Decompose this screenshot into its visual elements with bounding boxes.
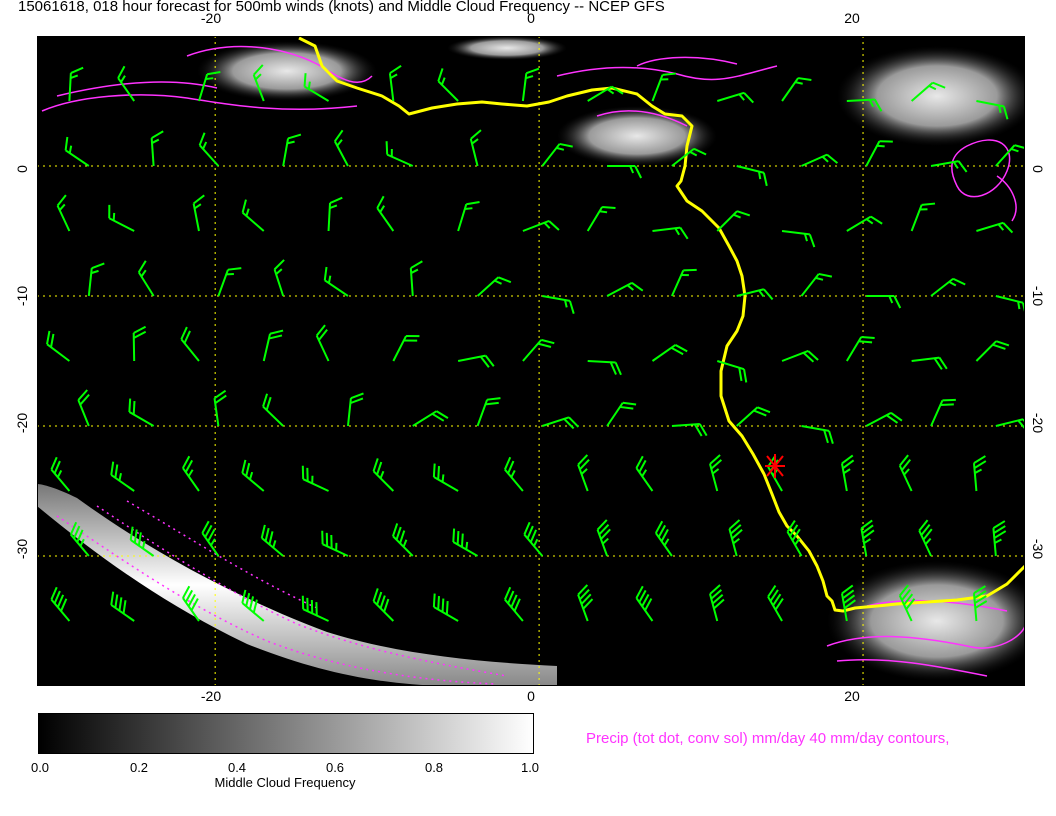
precip-legend: Precip (tot dot, conv sol) mm/day 40 mm/… — [586, 730, 950, 747]
lat-tick-left-4: -30 — [14, 538, 30, 560]
colorbar-tick-0: 0.0 — [30, 760, 50, 775]
map-title: 15061618, 018 hour forecast for 500mb wi… — [18, 0, 665, 15]
colorbar-label: Middle Cloud Frequency — [214, 775, 356, 790]
colorbar-tick-5: 1.0 — [520, 760, 540, 775]
cloud-patch-north-central — [557, 106, 717, 166]
colorbar-tick-3: 0.6 — [325, 760, 345, 775]
lat-tick-right-4: -30 — [1030, 538, 1046, 560]
cloud-patch-north-west — [197, 41, 377, 101]
lon-tick-bottom-2: 0 — [527, 688, 535, 704]
lon-tick-top-3: 20 — [844, 10, 860, 26]
lat-tick-left-3: -20 — [14, 412, 30, 434]
lat-tick-left-1: 0 — [14, 165, 30, 173]
colorbar-tick-4: 0.8 — [424, 760, 444, 775]
lat-tick-right-3: -20 — [1030, 412, 1046, 434]
cloud-patch-north-strip — [447, 36, 567, 60]
colorbar-tick-2: 0.4 — [227, 760, 247, 775]
red-star-icon — [765, 454, 785, 478]
lon-tick-top-2: 0 — [527, 10, 535, 26]
lat-tick-right-2: -10 — [1030, 285, 1046, 307]
lon-tick-top-1: -20 — [200, 10, 222, 26]
colorbar — [38, 713, 534, 754]
lon-tick-bottom-3: 20 — [844, 688, 860, 704]
colorbar-tick-1: 0.2 — [129, 760, 149, 775]
lat-tick-left-2: -10 — [14, 285, 30, 307]
lat-tick-right-1: 0 — [1030, 165, 1046, 173]
lon-tick-bottom-1: -20 — [200, 688, 222, 704]
forecast-map — [37, 36, 1025, 686]
